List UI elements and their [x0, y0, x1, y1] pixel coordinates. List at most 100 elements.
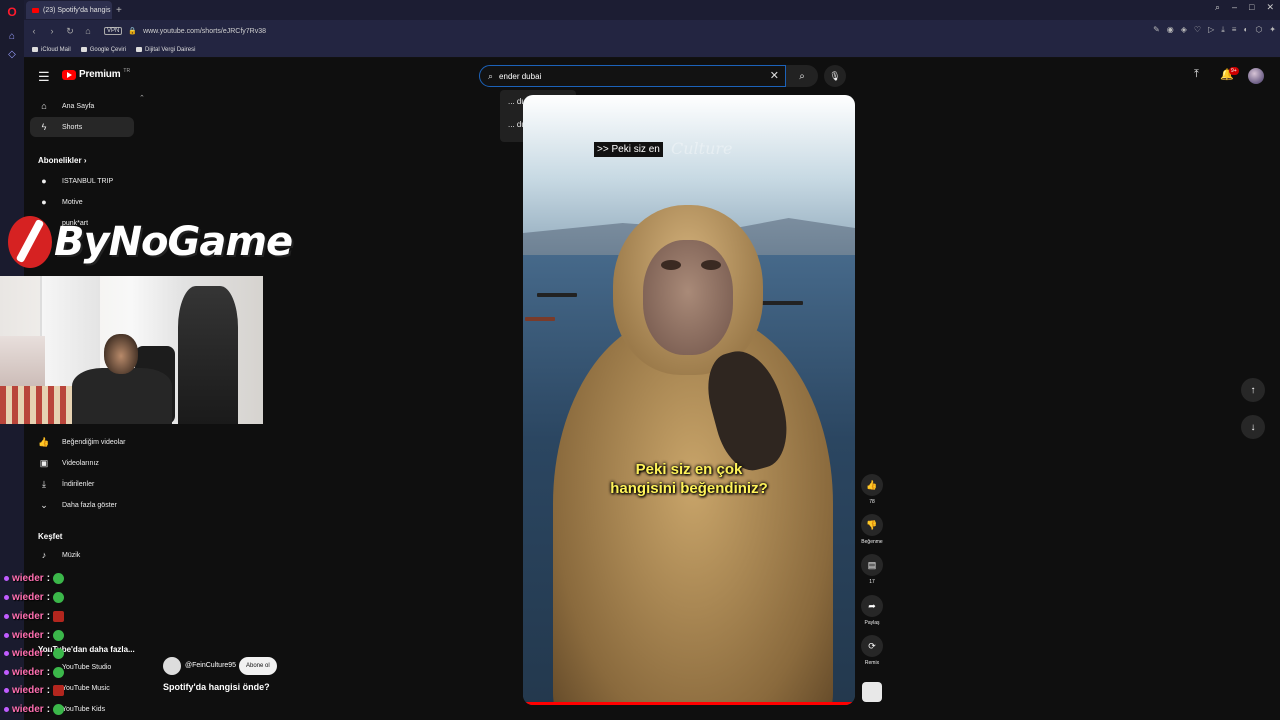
sidebar-item-music[interactable]: ♪ Müzik: [30, 545, 134, 565]
chat-message: wieder:: [4, 611, 65, 622]
channel-name[interactable]: @FeinCulture95: [185, 662, 236, 669]
folder-icon: [32, 47, 38, 52]
tab-title: (23) Spotify'da hangis: [43, 6, 111, 14]
chevron-right-icon: ›: [83, 156, 87, 165]
like-button[interactable]: 👍 78: [858, 474, 886, 505]
heart-icon[interactable]: ♡: [1194, 25, 1201, 35]
pin-rail-icon[interactable]: ◇: [4, 46, 20, 62]
sidebar-item-shorts[interactable]: ϟ Shorts: [30, 117, 134, 137]
bookmark-item[interactable]: Google Çeviri: [80, 47, 126, 53]
emote-icon: [53, 573, 65, 584]
bookmark-item[interactable]: iCloud Mail: [32, 47, 71, 53]
folder-icon: [136, 47, 143, 52]
account-icon[interactable]: ◐: [1243, 25, 1248, 35]
menu-icon[interactable]: ≡: [1232, 25, 1237, 35]
video-progress-bar[interactable]: [523, 702, 855, 705]
home-icon: ⌂: [41, 101, 47, 111]
next-short-button[interactable]: ↓: [1241, 415, 1265, 439]
channel-avatar[interactable]: [163, 657, 181, 675]
monkey-eye: [661, 260, 681, 270]
share-button[interactable]: ➦ Paylaş: [858, 595, 886, 626]
emote-icon: [53, 685, 65, 696]
badge-icon: [4, 651, 9, 656]
webcam-person-head: [104, 334, 138, 374]
remix-button[interactable]: ⟳ Remix: [858, 635, 886, 666]
dislike-button[interactable]: 👎 Beğenme: [858, 514, 886, 545]
microphone-icon[interactable]: 🎙: [824, 65, 846, 87]
sidebar-item-subscription[interactable]: ● ISTANBUL TRIP: [30, 171, 134, 191]
chat-message: wieder:: [4, 704, 65, 715]
search-query: ender dubai: [499, 71, 542, 81]
sidebar-item-your-videos[interactable]: ▣ Videolarınız: [30, 453, 134, 473]
thumbs-up-icon: 👍: [861, 474, 883, 496]
music-note-icon: ♪: [41, 550, 47, 560]
video-icon: ▣: [39, 457, 49, 468]
bookmarks-bar: iCloud Mail Google Çeviri Dijital Vergi …: [24, 42, 1280, 58]
home-icon[interactable]: ⌂: [80, 26, 96, 36]
channel-avatar-icon: ●: [41, 197, 47, 207]
chat-message: wieder:: [4, 685, 65, 696]
youtube-masthead: ☰ Premium TR ⌕ ender dubai ✕ ⌕ 🎙 ⤒ 🔔 9+: [24, 58, 1280, 94]
sidebar-item-home[interactable]: ⌂ Ana Sayfa: [30, 96, 134, 116]
bookmark-item[interactable]: Dijital Vergi Dairesi: [136, 47, 195, 53]
back-icon[interactable]: ‹: [26, 26, 42, 36]
search-tabs-icon[interactable]: ⌕: [1215, 2, 1220, 13]
badge-icon: [4, 576, 9, 581]
thumbs-down-icon: 👎: [861, 514, 883, 536]
remix-icon: ⟳: [861, 635, 883, 657]
url-field[interactable]: www.youtube.com/shorts/eJRCfy7Rv38: [143, 28, 266, 35]
lock-icon[interactable]: 🔒: [128, 27, 137, 35]
download-icon[interactable]: ⤓: [1221, 25, 1225, 35]
forward-icon[interactable]: ›: [44, 26, 60, 36]
search-button[interactable]: ⌕: [786, 65, 818, 87]
webcam-person-body: [72, 368, 172, 424]
upload-icon[interactable]: ⤒: [1194, 68, 1199, 81]
shorts-video-player[interactable]: >> Peki siz en Culture Peki siz en çok h…: [523, 95, 855, 705]
home-rail-icon[interactable]: ⌂: [4, 28, 20, 44]
sound-thumbnail[interactable]: [862, 682, 882, 702]
previous-short-button[interactable]: ↑: [1241, 378, 1265, 402]
scroll-up-icon[interactable]: ⌃: [139, 94, 145, 102]
caption-line: hangisini beğendiniz?: [610, 480, 768, 497]
screen: O ⌂ ◇ (23) Spotify'da hangis + ⌕ – □ ✕ ‹…: [0, 0, 1280, 720]
browser-tab[interactable]: (23) Spotify'da hangis: [26, 1, 112, 19]
sidebar-item-show-more[interactable]: ⌄ Daha fazla göster: [30, 495, 134, 515]
chat-message: wieder:: [4, 630, 65, 641]
badge-icon: [4, 707, 9, 712]
subscriptions-header[interactable]: Abonelikler ›: [38, 156, 86, 165]
badge-icon: [4, 633, 9, 638]
new-tab-icon[interactable]: +: [116, 5, 122, 16]
ai-icon[interactable]: ✦: [1269, 25, 1276, 35]
subscribe-button[interactable]: Abone ol: [239, 657, 277, 675]
player-icon[interactable]: ▷: [1208, 25, 1214, 35]
chat-message: wieder:: [4, 592, 65, 603]
sidebar-item-liked[interactable]: 👍 Beğendiğim videolar: [30, 432, 134, 452]
camera-icon[interactable]: ◉: [1167, 25, 1174, 35]
youtube-logo[interactable]: Premium TR: [62, 68, 130, 80]
opera-logo-icon[interactable]: O: [4, 4, 20, 20]
extension-icon[interactable]: ⬡: [1255, 25, 1262, 35]
tab-bar: (23) Spotify'da hangis + ⌕ – □ ✕: [24, 0, 1280, 20]
reload-icon[interactable]: ↻: [62, 26, 78, 37]
emote-icon: [53, 611, 65, 622]
maximize-icon[interactable]: □: [1249, 2, 1254, 13]
vpn-badge[interactable]: VPN: [104, 27, 123, 35]
youtube-play-icon: [62, 69, 76, 80]
sidebar-item-subscription[interactable]: ● Motive: [30, 192, 134, 212]
avatar[interactable]: [1248, 68, 1264, 84]
edit-icon[interactable]: ✎: [1153, 25, 1160, 35]
webcam-rug: [0, 386, 80, 424]
close-window-icon[interactable]: ✕: [1266, 2, 1274, 13]
share-icon: ➦: [861, 595, 883, 617]
clear-search-icon[interactable]: ✕: [770, 69, 779, 82]
emote-icon: [53, 592, 65, 603]
sidebar-item-downloads[interactable]: ⤓ İndirilenler: [30, 474, 134, 494]
shield-icon[interactable]: ◈: [1181, 25, 1187, 35]
hamburger-menu-icon[interactable]: ☰: [38, 69, 50, 85]
minimize-icon[interactable]: –: [1232, 2, 1237, 13]
stream-brand-logo: ByNoGame: [8, 216, 293, 268]
video-title[interactable]: Spotify'da hangisi önde?: [163, 682, 270, 692]
brand-mark-icon: [8, 216, 52, 268]
search-input[interactable]: ⌕ ender dubai ✕: [479, 65, 786, 87]
comments-button[interactable]: ▤ 17: [858, 554, 886, 585]
